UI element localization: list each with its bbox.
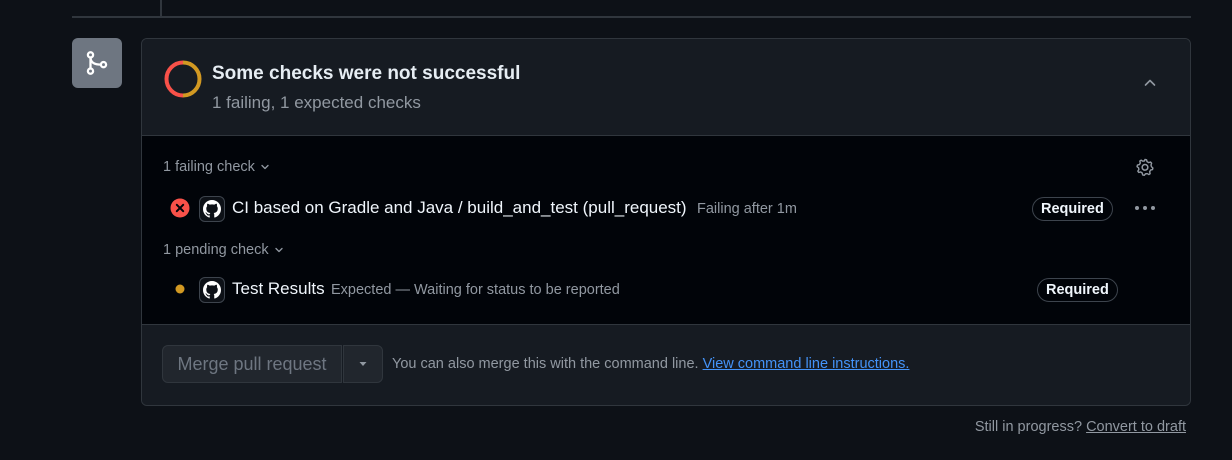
kebab-horizontal-icon[interactable] <box>1132 198 1158 218</box>
check-name[interactable]: Test Results <box>232 279 325 299</box>
github-logo-icon <box>199 277 225 303</box>
check-row-build-and-test[interactable]: CI based on Gradle and Java / build_and_… <box>142 193 1190 223</box>
git-merge-icon <box>72 38 122 88</box>
chevron-down-icon <box>274 247 283 253</box>
checks-summary-header: Some checks were not successful 1 failin… <box>142 39 1190 136</box>
checks-status-title: Some checks were not successful <box>212 63 521 84</box>
checks-list: 1 failing check CI based on Gradle and J… <box>142 136 1190 325</box>
required-badge: Required <box>1037 278 1118 302</box>
gear-icon[interactable] <box>1132 154 1158 180</box>
footer-text: Still in progress? <box>974 419 1083 435</box>
checks-status-ring-icon <box>164 60 202 98</box>
pending-checks-toggle[interactable]: 1 pending check <box>163 242 285 258</box>
merge-box: Some checks were not successful 1 failin… <box>141 38 1191 406</box>
dot-icon <box>170 279 190 299</box>
command-line-instructions-link[interactable]: View command line instructions. <box>703 356 910 372</box>
convert-to-draft-link[interactable]: Convert to draft <box>1086 419 1186 435</box>
merge-note-text: You can also merge this with the command… <box>392 356 699 372</box>
check-description: Failing after 1m <box>697 201 797 217</box>
chevron-down-icon <box>261 164 269 170</box>
merge-pull-request-button[interactable]: Merge pull request <box>162 345 342 383</box>
check-description: Expected — Waiting for status to be repo… <box>331 282 620 298</box>
github-logo-icon <box>199 196 225 222</box>
pending-checks-label: 1 pending check <box>163 242 269 258</box>
merge-actions: Merge pull request You can also merge th… <box>142 325 1190 405</box>
checks-status-subtitle: 1 failing, 1 expected checks <box>212 93 421 112</box>
failing-checks-toggle[interactable]: 1 failing check <box>163 159 271 175</box>
required-badge: Required <box>1032 197 1113 221</box>
draft-footer: Still in progress? Convert to draft <box>975 419 1186 435</box>
x-circle-icon <box>170 198 190 218</box>
merge-command-line-note: You can also merge this with the command… <box>392 356 909 372</box>
timeline-divider <box>72 16 1191 18</box>
triangle-down-icon <box>359 362 367 366</box>
timeline-line <box>160 0 162 16</box>
check-name[interactable]: CI based on Gradle and Java / build_and_… <box>232 198 687 218</box>
chevron-up-icon[interactable] <box>1138 71 1162 95</box>
check-row-test-results[interactable]: Test Results Expected — Waiting for stat… <box>142 274 1190 304</box>
failing-checks-label: 1 failing check <box>163 159 255 175</box>
merge-method-dropdown[interactable] <box>343 345 383 383</box>
